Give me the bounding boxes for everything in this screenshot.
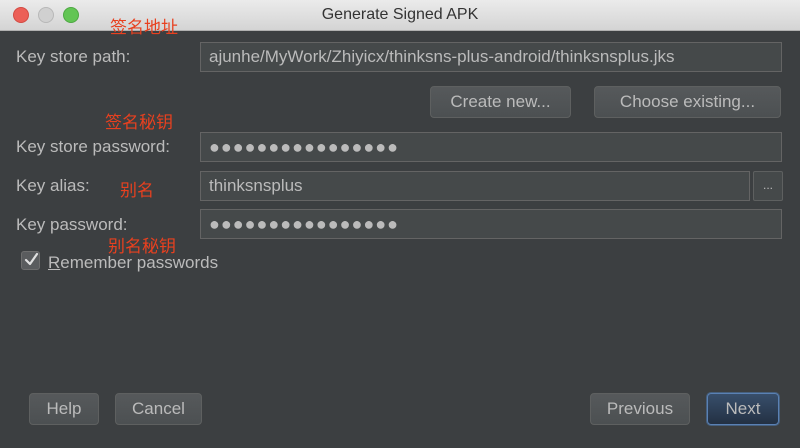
keystore-path-annotation: 签名地址 — [110, 18, 178, 37]
previous-button[interactable]: Previous — [590, 393, 690, 425]
keystore-password-annotation: 签名秘钥 — [105, 113, 173, 132]
remember-passwords-label[interactable]: Remember passwords — [48, 253, 218, 273]
key-password-field[interactable]: ●●●●●●●●●●●●●●●● — [200, 209, 782, 239]
next-button[interactable]: Next — [707, 393, 779, 425]
checkmark-icon — [24, 252, 39, 266]
key-store-path-label: Key store path: — [16, 47, 131, 66]
key-store-password-label: Key store password: — [16, 137, 171, 156]
generate-signed-apk-dialog: Generate Signed APK 签名地址 Key store path:… — [0, 0, 800, 448]
remember-passwords-mnemonic: R — [48, 253, 61, 272]
browse-aliases-button[interactable]: ... — [753, 171, 783, 201]
cancel-button[interactable]: Cancel — [115, 393, 202, 425]
remember-passwords-label-rest: emember passwords — [60, 253, 219, 272]
remember-passwords-checkbox[interactable] — [21, 251, 40, 270]
key-alias-label: Key alias: — [16, 176, 90, 195]
create-new-button[interactable]: Create new... — [430, 86, 571, 118]
choose-existing-button[interactable]: Choose existing... — [594, 86, 781, 118]
alias-annotation: 别名 — [120, 181, 154, 200]
help-button[interactable]: Help — [29, 393, 99, 425]
key-store-password-field[interactable]: ●●●●●●●●●●●●●●●● — [200, 132, 782, 162]
key-store-path-field[interactable]: ajunhe/MyWork/Zhiyicx/thinksns-plus-andr… — [200, 42, 782, 72]
key-alias-field[interactable]: thinksnsplus — [200, 171, 750, 201]
